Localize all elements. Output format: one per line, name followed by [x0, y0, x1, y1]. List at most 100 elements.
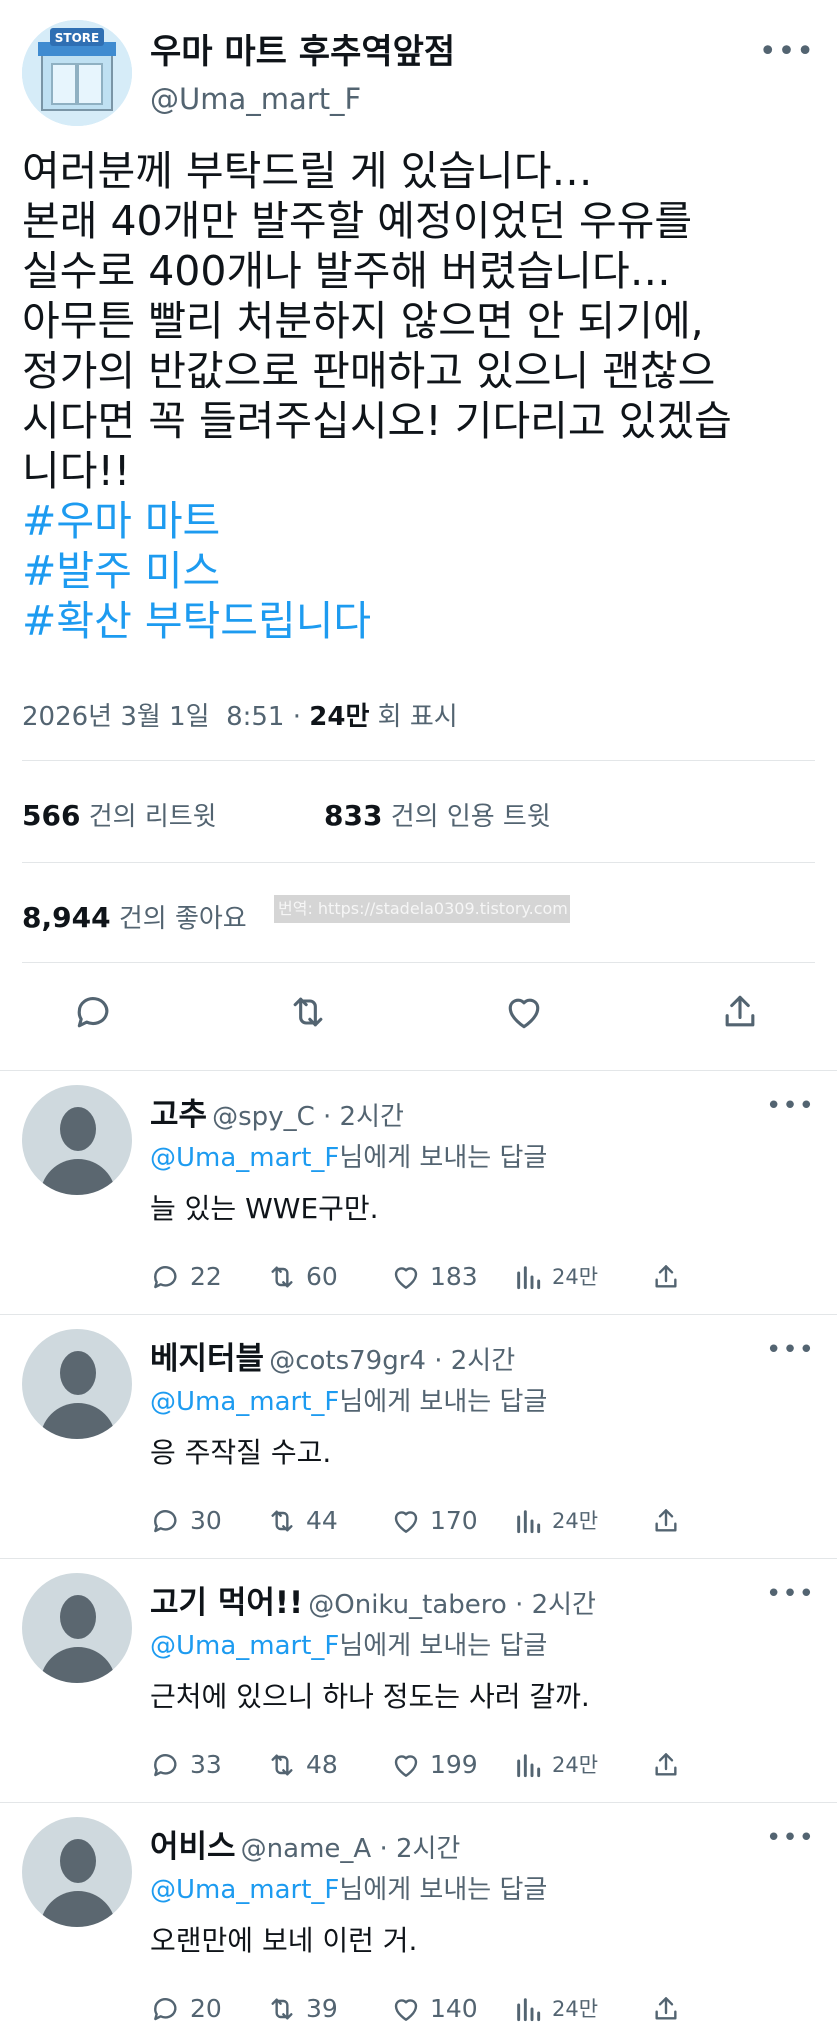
like-count: 183	[430, 1262, 478, 1291]
default-avatar[interactable]	[22, 1817, 132, 1927]
like-count: 199	[430, 1750, 478, 1779]
reply-count: 20	[190, 1994, 222, 2023]
replying-to: @Uma_mart_F님에게 보내는 답글	[150, 1137, 547, 1174]
reply-author-handle[interactable]: @spy_C · 2시간	[212, 1102, 404, 1132]
account-name[interactable]: 우마 마트 후추역앞점	[150, 24, 455, 73]
reply-header: 베지터블 @cots79gr4 · 2시간	[150, 1333, 515, 1378]
more-dots-icon[interactable]: •••	[766, 1335, 815, 1365]
retweet-icon	[266, 1261, 306, 1293]
retweet-stats[interactable]: 566 건의 리트윗	[22, 796, 217, 833]
views-button[interactable]: 24만	[512, 1501, 598, 1541]
reply-to-handle-link[interactable]: @Uma_mart_F	[150, 1875, 339, 1905]
avatar-body	[40, 1403, 116, 1439]
views-icon	[512, 1261, 552, 1293]
view-count: 24만	[552, 1509, 599, 1533]
more-dots-icon[interactable]: •••	[766, 1823, 815, 1853]
share-icon[interactable]	[718, 990, 768, 1040]
reply-author-name[interactable]: 고기 먹어!!	[150, 1585, 303, 1621]
reply-tweet[interactable]: 베지터블 @cots79gr4 · 2시간 ••• @Uma_mart_F님에게…	[0, 1315, 837, 1559]
reply-button[interactable]: 33	[150, 1745, 222, 1785]
reply-tweet[interactable]: 고기 먹어!! @Oniku_tabero · 2시간 ••• @Uma_mar…	[0, 1559, 837, 1803]
more-dots-icon[interactable]: •••	[759, 34, 815, 69]
like-icon[interactable]	[502, 990, 552, 1040]
reply-text: 오랜만에 보네 이런 거.	[150, 1924, 418, 1957]
svg-text:STORE: STORE	[55, 31, 99, 45]
share-button[interactable]	[650, 1501, 690, 1541]
default-avatar[interactable]	[22, 1573, 132, 1683]
avatar-head	[60, 1839, 96, 1883]
tweet-action-bar	[0, 980, 837, 1050]
views-icon	[512, 1505, 552, 1537]
like-button[interactable]: 199	[390, 1745, 478, 1785]
reply-to-suffix: 님에게 보내는 답글	[339, 1143, 548, 1173]
reply-text: 응 주작질 수고.	[150, 1436, 332, 1469]
retweet-count: 39	[306, 1994, 338, 2023]
like-button[interactable]: 183	[390, 1257, 478, 1297]
default-avatar[interactable]	[22, 1329, 132, 1439]
reply-to-handle-link[interactable]: @Uma_mart_F	[150, 1631, 339, 1661]
avatar-body	[40, 1891, 116, 1927]
view-count: 24만	[552, 1997, 599, 2021]
quote-stats[interactable]: 833 건의 인용 트윗	[324, 796, 551, 833]
like-count: 140	[430, 1994, 478, 2023]
tweet-line: 정가의 반값으로 판매하고 있으니 괜찮으	[22, 347, 716, 395]
reply-tweet[interactable]: 고추 @spy_C · 2시간 ••• @Uma_mart_F님에게 보내는 답…	[0, 1071, 837, 1315]
view-count: 24만	[552, 1265, 599, 1289]
hashtag-link[interactable]: #확산 부탁드립니다	[22, 596, 822, 646]
avatar-body	[40, 1647, 116, 1683]
tweet-time[interactable]: 8:51	[226, 702, 284, 732]
translation-watermark: 번역: https://stadela0309.tistory.com	[274, 895, 570, 923]
retweet-count: 60	[306, 1262, 338, 1291]
reply-button[interactable]: 22	[150, 1257, 222, 1297]
retweet-button[interactable]: 48	[266, 1745, 338, 1785]
avatar-head	[60, 1351, 96, 1395]
tweet-line: 여러분께 부탁드릴 게 있습니다…	[22, 147, 593, 195]
share-icon	[650, 1749, 690, 1781]
like-count: 8,944	[22, 901, 111, 934]
reply-to-handle-link[interactable]: @Uma_mart_F	[150, 1387, 339, 1417]
divider	[22, 962, 815, 963]
retweet-icon	[266, 1505, 306, 1537]
replying-to: @Uma_mart_F님에게 보내는 답글	[150, 1869, 547, 1906]
avatar-head	[60, 1595, 96, 1639]
share-icon	[650, 1261, 690, 1293]
retweet-button[interactable]: 60	[266, 1257, 338, 1297]
reply-author-handle[interactable]: @Oniku_tabero · 2시간	[308, 1590, 596, 1620]
reply-author-handle[interactable]: @name_A · 2시간	[241, 1834, 461, 1864]
reply-author-name[interactable]: 고추	[150, 1097, 207, 1133]
retweet-icon	[266, 1993, 306, 2025]
reply-button[interactable]: 20	[150, 1989, 222, 2029]
like-icon	[390, 1505, 430, 1537]
share-button[interactable]	[650, 1257, 690, 1297]
share-button[interactable]	[650, 1745, 690, 1785]
views-button[interactable]: 24만	[512, 1989, 598, 2029]
reply-author-name[interactable]: 베지터블	[150, 1341, 264, 1377]
views-button[interactable]: 24만	[512, 1257, 598, 1297]
like-button[interactable]: 170	[390, 1501, 478, 1541]
reply-to-suffix: 님에게 보내는 답글	[339, 1631, 548, 1661]
hashtag-link[interactable]: #우마 마트	[22, 496, 822, 546]
like-stats[interactable]: 8,944 건의 좋아요	[22, 898, 247, 935]
reply-tweet[interactable]: 어비스 @name_A · 2시간 ••• @Uma_mart_F님에게 보내는…	[0, 1803, 837, 2042]
retweet-icon[interactable]	[286, 990, 336, 1040]
store-avatar[interactable]: STORE	[22, 20, 132, 126]
reply-icon[interactable]	[72, 990, 122, 1040]
like-icon	[390, 1261, 430, 1293]
reply-button[interactable]: 30	[150, 1501, 222, 1541]
views-button[interactable]: 24만	[512, 1745, 598, 1785]
tweet-date[interactable]: 2026년 3월 1일	[22, 702, 210, 732]
reply-to-handle-link[interactable]: @Uma_mart_F	[150, 1143, 339, 1173]
reply-author-name[interactable]: 어비스	[150, 1829, 236, 1865]
more-dots-icon[interactable]: •••	[766, 1091, 815, 1121]
account-handle[interactable]: @Uma_mart_F	[150, 82, 361, 116]
default-avatar[interactable]	[22, 1085, 132, 1195]
view-count: 24만	[309, 702, 370, 732]
retweet-button[interactable]: 39	[266, 1989, 338, 2029]
retweet-button[interactable]: 44	[266, 1501, 338, 1541]
reply-icon	[150, 1505, 190, 1537]
hashtag-link[interactable]: #발주 미스	[22, 546, 822, 596]
reply-author-handle[interactable]: @cots79gr4 · 2시간	[269, 1346, 515, 1376]
more-dots-icon[interactable]: •••	[766, 1579, 815, 1609]
like-button[interactable]: 140	[390, 1989, 478, 2029]
share-button[interactable]	[650, 1989, 690, 2029]
